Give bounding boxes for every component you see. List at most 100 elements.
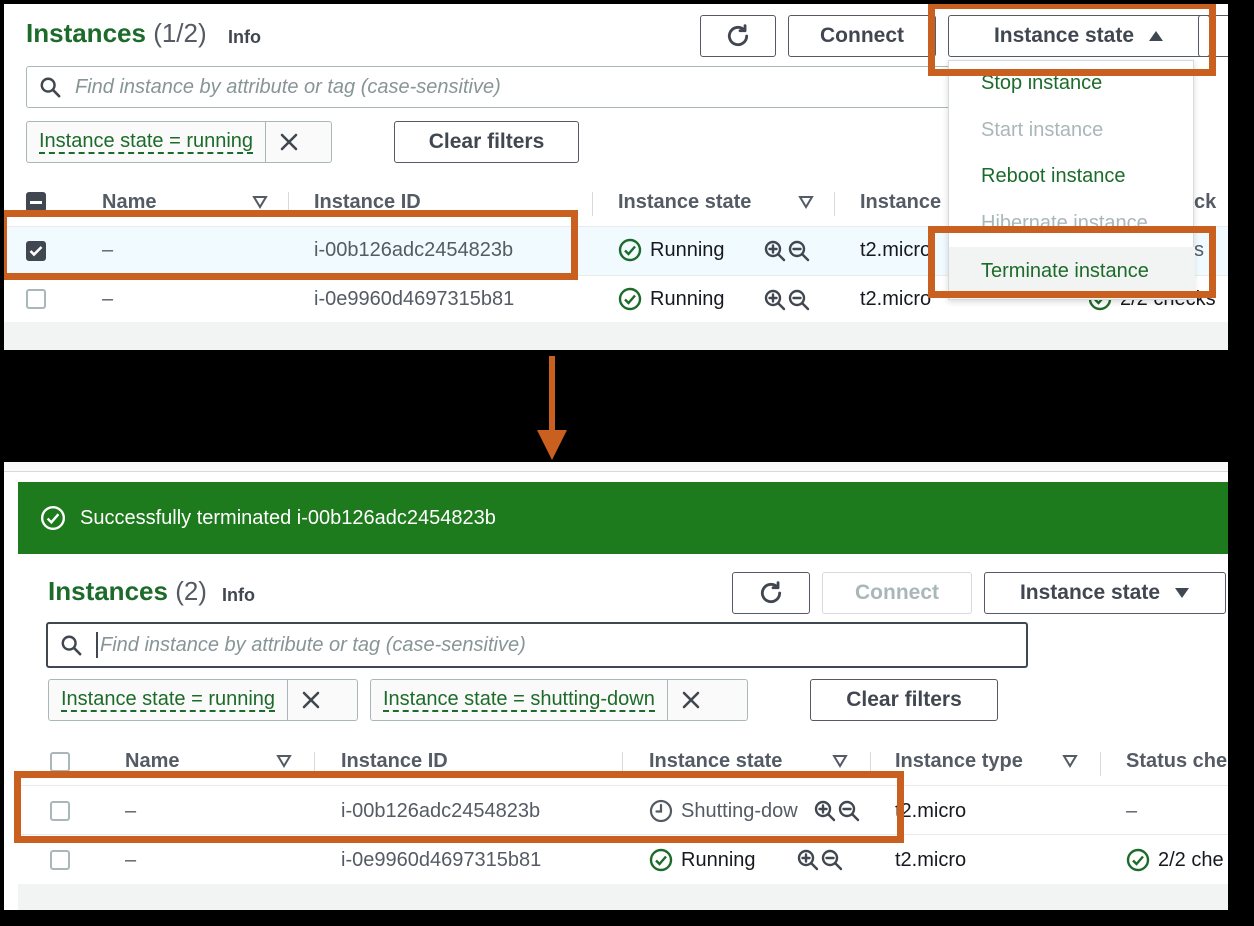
zoom-out-icon[interactable]	[788, 289, 810, 311]
column-instance-state[interactable]: Instance state	[649, 750, 782, 773]
row-name: –	[125, 849, 137, 871]
check-circle-icon	[618, 287, 642, 311]
row-zoom-controls	[797, 849, 843, 871]
row-instance-type: t2.micro	[860, 239, 932, 261]
highlight-instance-state-button	[928, 4, 1216, 76]
state-label: Running	[650, 238, 725, 261]
instance-state-label: Instance state	[1019, 581, 1161, 604]
column-instance-type[interactable]: Instance	[860, 191, 941, 214]
refresh-icon	[727, 24, 749, 47]
row-instance-type: t2.micro	[895, 800, 967, 822]
row-instance-state: Running	[618, 238, 725, 262]
search-icon	[61, 635, 82, 656]
remove-filter-button[interactable]	[265, 122, 312, 162]
sort-icon[interactable]	[252, 195, 268, 209]
sort-icon[interactable]	[798, 195, 814, 209]
search-placeholder: Find instance by attribute or tag (case-…	[75, 75, 501, 98]
remove-filter-button[interactable]	[287, 680, 334, 720]
info-link[interactable]: Info	[222, 585, 255, 606]
filter-chip-label: Instance state = running	[61, 688, 276, 712]
top-panel: Instances (1/2) Info Connect Instance st…	[4, 4, 1228, 350]
instance-state-button[interactable]: Instance state	[984, 572, 1226, 614]
sort-icon[interactable]	[832, 754, 848, 768]
instance-count: (2)	[175, 576, 207, 606]
search-icon	[40, 77, 61, 98]
clear-filters-label: Clear filters	[846, 688, 962, 711]
success-banner: Successfully terminated i-00b126adc24548…	[18, 482, 1228, 554]
search-input[interactable]: Find instance by attribute or tag (case-…	[46, 622, 1028, 668]
clear-filters-button[interactable]: Clear filters	[810, 679, 998, 721]
filter-chip[interactable]: Instance state = running	[48, 679, 358, 721]
column-instance-type[interactable]: Instance type	[895, 750, 1023, 773]
row-zoom-controls	[764, 240, 810, 262]
row-instance-state: Running	[618, 287, 725, 311]
row-instance-id[interactable]: i-0e9960d4697315b81	[341, 849, 541, 872]
top-panel-bg	[4, 322, 1228, 350]
refresh-button[interactable]	[700, 15, 776, 57]
filter-chip-label: Instance state = running	[39, 130, 254, 154]
connect-button[interactable]: Connect	[788, 15, 936, 57]
column-divider	[834, 192, 835, 216]
refresh-button[interactable]	[732, 572, 810, 614]
connect-label: Connect	[820, 24, 904, 47]
select-all-checkbox[interactable]	[26, 192, 46, 212]
status-check-label: 2/2 che	[1158, 848, 1224, 871]
search-input[interactable]: Find instance by attribute or tag (case-…	[26, 66, 1026, 108]
info-link[interactable]: Info	[228, 27, 261, 48]
row-status-check: 2/2 che	[1126, 848, 1224, 872]
select-all-checkbox[interactable]	[50, 752, 70, 772]
search-placeholder: Find instance by attribute or tag (case-…	[100, 633, 526, 656]
close-icon	[302, 691, 320, 709]
menu-item-start-instance[interactable]: Start instance	[981, 119, 1103, 142]
zoom-in-icon[interactable]	[764, 289, 786, 311]
bottom-panel: Successfully terminated i-00b126adc24548…	[4, 462, 1228, 910]
bottom-top-strip	[4, 462, 1228, 472]
column-instance-state[interactable]: Instance state	[618, 191, 751, 214]
row-checkbox[interactable]	[26, 289, 46, 309]
highlight-terminate-item	[928, 226, 1216, 298]
row-instance-type: t2.micro	[895, 849, 967, 871]
filter-chip[interactable]: Instance state = running	[26, 121, 332, 163]
row-checkbox[interactable]	[50, 850, 70, 870]
zoom-out-icon[interactable]	[788, 240, 810, 262]
column-instance-id[interactable]: Instance ID	[341, 750, 448, 773]
page-title-text: Instances	[48, 576, 168, 606]
zoom-in-icon[interactable]	[797, 849, 819, 871]
row-instance-id[interactable]: i-0e9960d4697315b81	[314, 288, 514, 311]
state-label: Running	[681, 848, 756, 871]
clear-filters-button[interactable]: Clear filters	[394, 121, 579, 163]
highlight-shutting-down-row	[14, 771, 904, 843]
row-instance-state: Running	[649, 848, 756, 872]
connect-button[interactable]: Connect	[822, 572, 972, 614]
filter-chip-label: Instance state = shutting-down	[383, 688, 655, 712]
sort-icon[interactable]	[276, 754, 292, 768]
banner-text: Successfully terminated i-00b126adc24548…	[80, 506, 496, 529]
row-instance-type: t2.micro	[860, 288, 932, 310]
page-title: Instances (1/2)	[26, 18, 207, 49]
close-icon	[280, 133, 298, 151]
refresh-icon	[760, 581, 782, 604]
state-label: Running	[650, 287, 725, 310]
column-status-check[interactable]: Status che	[1126, 750, 1227, 773]
check-circle-icon	[1126, 848, 1150, 872]
text-caret	[96, 632, 98, 658]
row-zoom-controls	[764, 289, 810, 311]
zoom-in-icon[interactable]	[764, 240, 786, 262]
highlight-selected-row	[4, 210, 578, 280]
column-divider	[1100, 752, 1101, 776]
sort-icon[interactable]	[1062, 754, 1078, 768]
check-circle-icon	[40, 505, 66, 531]
column-name[interactable]: Name	[125, 750, 179, 773]
caret-down-icon	[1175, 588, 1190, 598]
remove-filter-button[interactable]	[666, 680, 714, 720]
check-circle-icon	[618, 238, 642, 262]
arrow-down-icon	[537, 356, 567, 460]
zoom-out-icon[interactable]	[821, 849, 843, 871]
column-divider	[592, 192, 593, 216]
connect-label: Connect	[855, 581, 939, 604]
row-name: –	[102, 288, 114, 310]
filter-chip[interactable]: Instance state = shutting-down	[370, 679, 748, 721]
menu-item-reboot-instance[interactable]: Reboot instance	[981, 165, 1126, 188]
close-icon	[682, 691, 700, 709]
column-status-check[interactable]: ck	[1194, 191, 1216, 214]
